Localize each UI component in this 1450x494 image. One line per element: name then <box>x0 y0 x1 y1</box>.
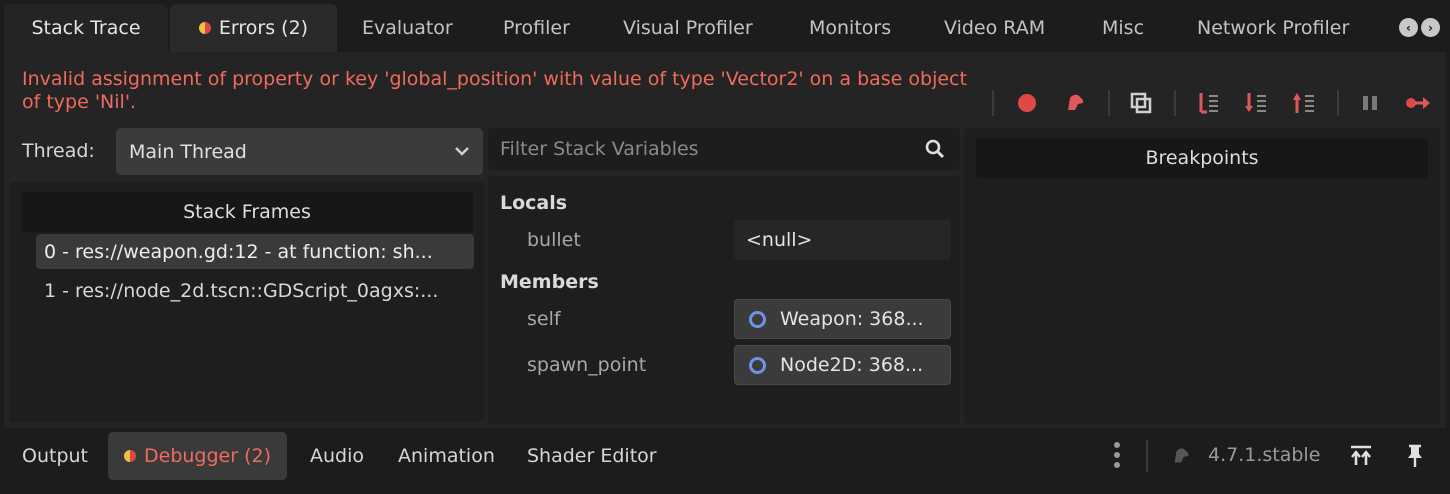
break-icon[interactable] <box>1355 88 1385 118</box>
object-value-button[interactable]: Node2D: 368... <box>734 345 951 385</box>
tab-profiler[interactable]: Profiler <box>503 4 570 52</box>
variable-value-text: Node2D: 368... <box>780 354 924 376</box>
version-label: 4.7.1.stable <box>1208 444 1321 466</box>
skip-breakpoints-icon[interactable] <box>1060 88 1090 118</box>
stack-frame-text: 1 - res://node_2d.tscn::GDScript_0agxs:.… <box>44 279 439 302</box>
scroll-right-icon[interactable]: › <box>1421 18 1440 37</box>
stack-frames-header: Stack Frames <box>21 192 473 232</box>
expand-panel-icon[interactable] <box>1346 442 1376 470</box>
step-into-icon[interactable] <box>1193 88 1223 118</box>
tab-visual-profiler[interactable]: Visual Profiler <box>623 4 753 52</box>
variable-value-text: Weapon: 368... <box>780 308 924 330</box>
object-value-button[interactable]: Weapon: 368... <box>734 299 951 339</box>
continue-icon[interactable] <box>1403 88 1433 118</box>
filter-variables-field <box>488 128 960 170</box>
tab-label: Debugger (2) <box>144 445 271 467</box>
toolbar-separator <box>992 90 994 116</box>
copy-error-icon[interactable] <box>1126 88 1156 118</box>
variable-name: bullet <box>527 229 581 251</box>
step-out-icon[interactable] <box>1289 88 1319 118</box>
tab-animation[interactable]: Animation <box>398 432 495 480</box>
filter-variables-input[interactable] <box>500 138 900 160</box>
tab-label: Misc <box>1102 17 1145 39</box>
variable-name: self <box>527 308 561 330</box>
tab-label: Visual Profiler <box>623 17 753 39</box>
update-spinner-icon[interactable] <box>1166 442 1196 470</box>
variable-value-text: <null> <box>746 229 813 251</box>
tab-debugger[interactable]: Debugger (2) <box>108 432 287 480</box>
tab-label: Evaluator <box>362 17 453 39</box>
tab-scroll-arrows: ‹ › <box>1399 18 1440 37</box>
tab-label: Network Profiler <box>1197 17 1350 39</box>
tab-monitors[interactable]: Monitors <box>809 4 891 52</box>
record-icon[interactable] <box>1012 88 1042 118</box>
stack-frame-row[interactable]: 1 - res://node_2d.tscn::GDScript_0agxs:.… <box>36 273 474 308</box>
search-icon[interactable] <box>924 138 946 165</box>
step-over-icon[interactable] <box>1241 88 1271 118</box>
pin-icon[interactable] <box>1400 442 1430 470</box>
error-indicator-icon <box>124 450 136 462</box>
toolbar-separator <box>1174 90 1176 116</box>
tab-label: Monitors <box>809 17 892 39</box>
error-indicator-icon <box>198 22 211 34</box>
tab-evaluator[interactable]: Evaluator <box>362 4 453 52</box>
tab-label: Animation <box>398 445 495 467</box>
locals-section-title: Locals <box>500 192 568 214</box>
tab-audio[interactable]: Audio <box>310 432 364 480</box>
scroll-left-icon[interactable]: ‹ <box>1399 18 1418 37</box>
stack-frame-text: 0 - res://weapon.gd:12 - at function: sh… <box>44 240 433 263</box>
tab-shader-editor[interactable]: Shader Editor <box>527 432 657 480</box>
tab-label: Profiler <box>503 17 570 39</box>
thread-label: Thread: <box>22 140 95 162</box>
tab-network-profiler[interactable]: Network Profiler <box>1197 4 1349 52</box>
more-options-icon[interactable] <box>1106 440 1128 470</box>
tab-label: Errors (2) <box>218 17 309 39</box>
chevron-down-icon <box>453 142 471 165</box>
tab-label: Stack Trace <box>31 17 141 39</box>
variable-value: <null> <box>734 220 951 260</box>
thread-select[interactable]: Main Thread <box>116 128 483 175</box>
tab-label: Shader Editor <box>527 445 657 467</box>
tab-video-ram[interactable]: Video RAM <box>944 4 1045 52</box>
tab-label: Output <box>22 445 88 467</box>
variable-name: spawn_point <box>527 354 647 376</box>
error-message: Invalid assignment of property or key 'g… <box>22 68 967 113</box>
tab-errors[interactable]: Errors (2) <box>170 4 337 52</box>
status-separator <box>1146 440 1148 472</box>
breakpoints-header: Breakpoints <box>976 138 1428 178</box>
tab-output[interactable]: Output <box>22 432 88 480</box>
object-icon <box>749 356 766 374</box>
toolbar-separator <box>1337 90 1339 116</box>
tab-stack-trace[interactable]: Stack Trace <box>4 4 168 52</box>
stack-frame-row[interactable]: 0 - res://weapon.gd:12 - at function: sh… <box>36 234 474 269</box>
object-icon <box>749 310 766 328</box>
toolbar-separator <box>1108 90 1110 116</box>
thread-value: Main Thread <box>129 140 247 163</box>
tab-misc[interactable]: Misc <box>1102 4 1144 52</box>
members-section-title: Members <box>500 271 599 293</box>
tab-label: Audio <box>310 445 365 467</box>
tab-label: Video RAM <box>944 17 1046 39</box>
